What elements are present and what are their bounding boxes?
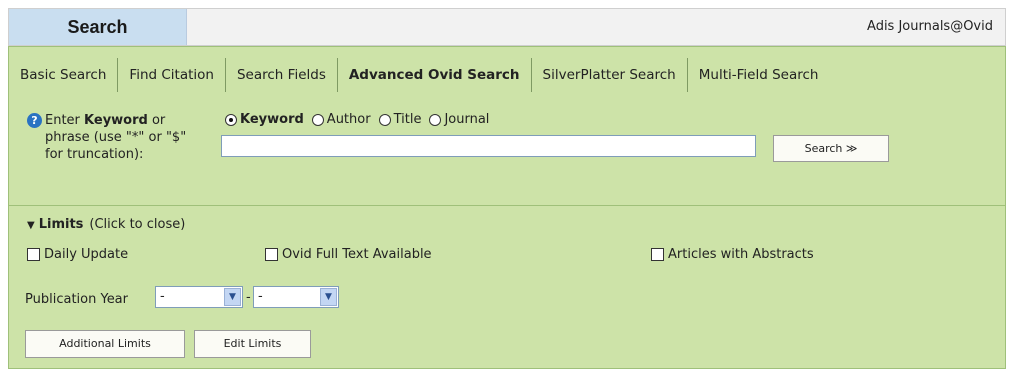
pub-year-from-value: -	[160, 289, 165, 304]
limit-ovid-full-text[interactable]: Ovid Full Text Available	[265, 247, 432, 262]
pub-year-to-select[interactable]: - ▼	[253, 286, 339, 308]
radio-keyword[interactable]	[225, 113, 237, 126]
tab-advanced-ovid-search[interactable]: Advanced Ovid Search	[338, 58, 532, 92]
triangle-down-icon: ▼	[27, 220, 35, 231]
radio-keyword-label: Keyword	[240, 112, 304, 127]
search-panel: Basic Search Find Citation Search Fields…	[8, 46, 1006, 369]
checkbox-ovid-full-text[interactable]	[265, 248, 278, 261]
database-name: Adis Journals@Ovid	[867, 19, 993, 34]
field-radio-group: Keyword Author Title Journal	[219, 112, 491, 127]
limit-daily-update[interactable]: Daily Update	[27, 247, 128, 262]
search-mode-tabs: Basic Search Find Citation Search Fields…	[9, 57, 829, 93]
radio-journal[interactable]	[429, 113, 442, 126]
chevron-down-icon[interactable]: ▼	[320, 288, 337, 306]
tab-silverplatter-search[interactable]: SilverPlatter Search	[532, 58, 688, 92]
limit-articles-abstracts-label: Articles with Abstracts	[668, 247, 814, 262]
tab-basic-search[interactable]: Basic Search	[9, 58, 119, 92]
limit-articles-abstracts[interactable]: Articles with Abstracts	[651, 247, 814, 262]
edit-limits-button[interactable]: Edit Limits	[194, 330, 311, 358]
help-icon[interactable]: ?	[27, 113, 42, 128]
divider	[9, 205, 1005, 206]
tab-search-fields[interactable]: Search Fields	[226, 58, 338, 92]
limit-ovid-full-text-label: Ovid Full Text Available	[282, 247, 432, 262]
pub-year-to-value: -	[258, 289, 263, 304]
additional-limits-button[interactable]: Additional Limits	[25, 330, 185, 358]
limit-daily-update-label: Daily Update	[44, 247, 129, 262]
search-input[interactable]	[221, 135, 756, 157]
chevron-down-icon[interactable]: ▼	[224, 288, 241, 306]
radio-title-label: Title	[393, 112, 422, 127]
radio-journal-label: Journal	[444, 112, 490, 127]
search-button[interactable]: Search ≫	[773, 135, 889, 162]
checkbox-articles-abstracts[interactable]	[651, 248, 664, 261]
limits-hint: (Click to close)	[89, 217, 186, 232]
radio-author-label: Author	[326, 112, 371, 127]
pub-year-label: Publication Year	[25, 292, 128, 307]
tab-multi-field-search[interactable]: Multi-Field Search	[688, 58, 830, 92]
checkbox-daily-update[interactable]	[27, 248, 40, 261]
limits-toggle[interactable]: ▼ Limits (Click to close)	[27, 217, 185, 232]
pub-year-from-select[interactable]: - ▼	[155, 286, 243, 308]
prompt-text-bold: Keyword	[84, 113, 148, 128]
prompt-text-pre: Enter	[45, 113, 85, 128]
tab-find-citation[interactable]: Find Citation	[118, 58, 226, 92]
search-prompt: Enter Keyword or phrase (use "*" or "$" …	[45, 112, 195, 163]
radio-author[interactable]	[311, 113, 324, 126]
search-tab[interactable]: Search	[9, 9, 187, 45]
header-bar: Search Adis Journals@Ovid	[8, 8, 1006, 46]
pub-year-separator: -	[246, 290, 251, 305]
limits-title: Limits	[38, 217, 84, 232]
radio-title[interactable]	[378, 113, 391, 126]
